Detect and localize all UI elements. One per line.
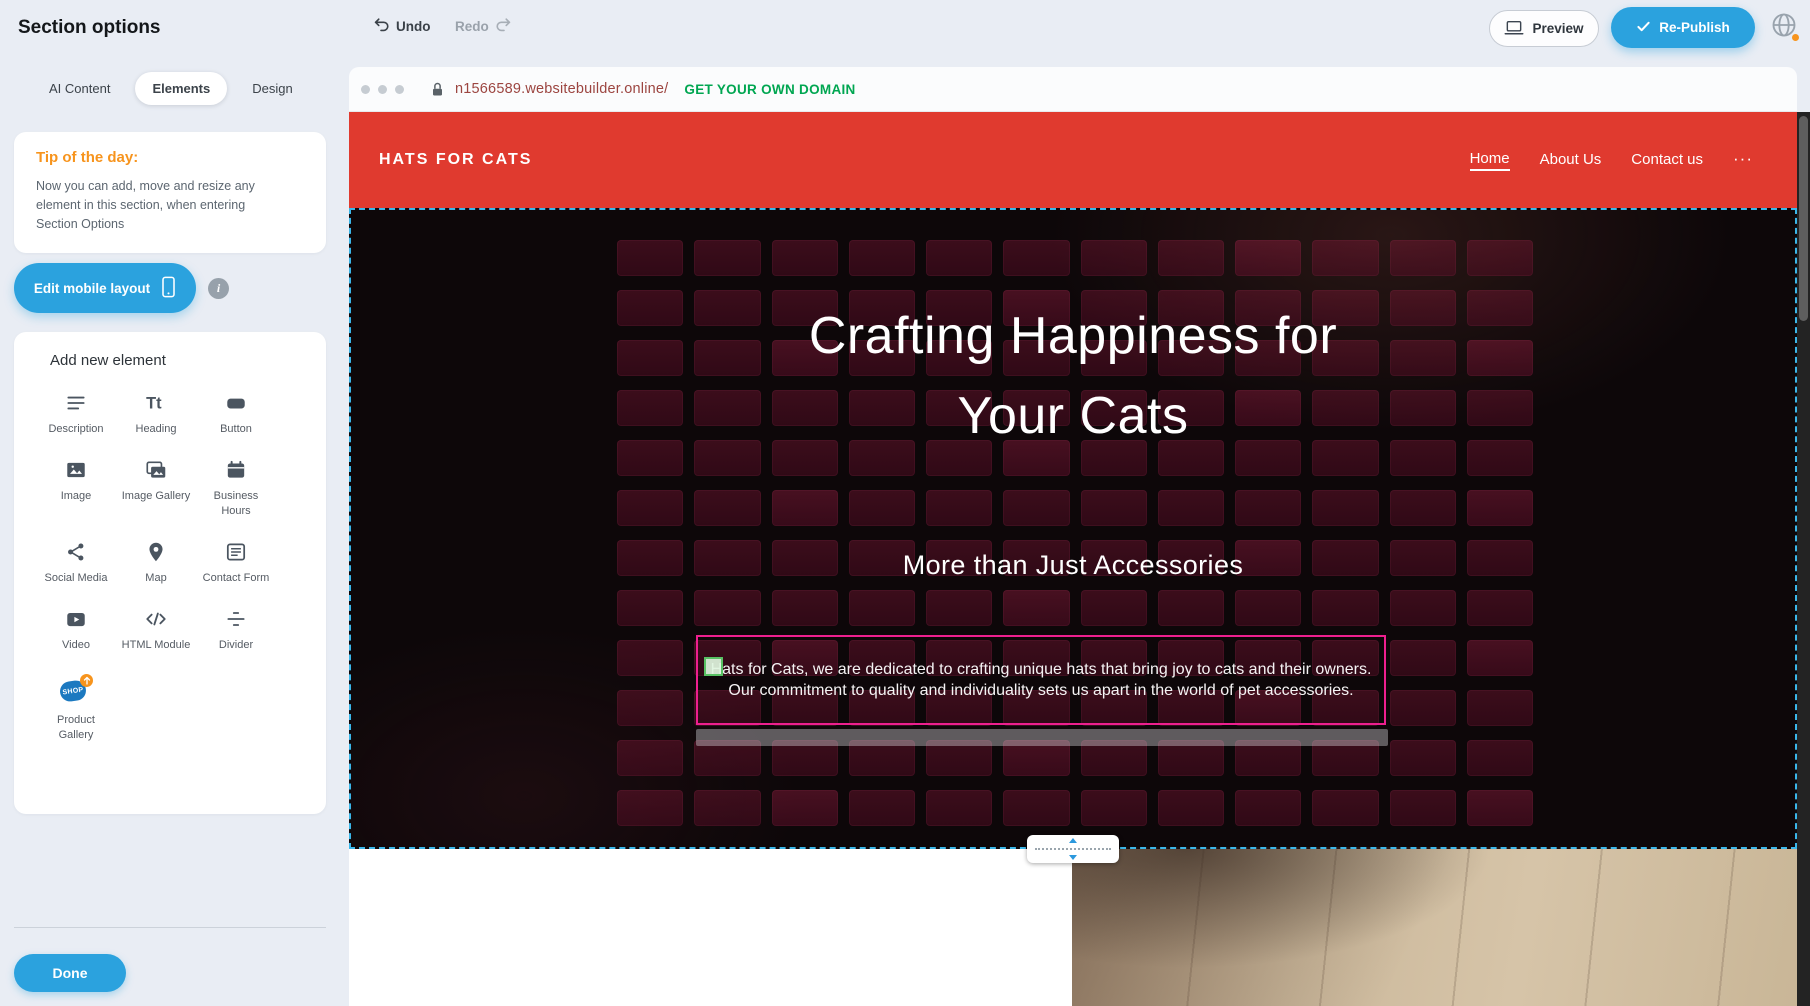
element-image-gallery[interactable]: Image Gallery [116,458,196,503]
info-icon[interactable]: i [208,278,229,299]
scrollbar-thumb[interactable] [1799,116,1808,321]
browser-bar: n1566589.websitebuilder.online/ GET YOUR… [349,67,1797,112]
image-icon [64,458,88,482]
preview-label: Preview [1532,21,1583,36]
nav-more-icon[interactable]: ··· [1733,149,1753,171]
element-html-module[interactable]: HTML Module [116,607,196,652]
element-product-gallery[interactable]: SHOP Product Gallery [36,674,116,742]
element-description[interactable]: Description [36,391,116,436]
tip-body: Now you can add, move and resize any ele… [36,177,288,233]
hero-body-text: Hats for Cats, we are dedicated to craft… [707,659,1375,701]
hero-subheading[interactable]: More than Just Accessories [351,550,1795,581]
element-heading[interactable]: Tt Heading [116,391,196,436]
element-divider[interactable]: Divider [196,607,276,652]
preview-button[interactable]: Preview [1489,10,1599,47]
element-social-media[interactable]: Social Media [36,540,116,585]
button-icon [224,391,248,415]
site-header[interactable]: HATS FOR CATS Home About Us Contact us ·… [349,112,1797,208]
section-resize-handle[interactable] [1027,835,1119,863]
notification-dot [1792,34,1799,41]
edit-mobile-label: Edit mobile layout [34,281,150,296]
sidebar-tabs: AI Content Elements Design [32,72,310,105]
republish-button[interactable]: Re-Publish [1611,7,1755,48]
product-gallery-icon: SHOP [59,674,93,706]
get-your-own-domain-link[interactable]: GET YOUR OWN DOMAIN [684,82,855,97]
nav-home[interactable]: Home [1470,150,1510,171]
edit-mobile-layout-button[interactable]: Edit mobile layout [14,263,196,313]
tip-of-the-day-card: Tip of the day: Now you can add, move an… [14,132,326,253]
undo-button[interactable]: Undo [372,16,431,37]
map-pin-icon [144,540,168,564]
page-title: Section options [18,17,161,39]
element-ghost-bar [696,729,1388,746]
upgrade-badge-icon [80,674,93,687]
site-url: n1566589.websitebuilder.online/ [455,81,668,97]
business-hours-icon [224,458,248,482]
redo-button[interactable]: Redo [455,16,513,37]
selected-text-element[interactable]: Hats for Cats, we are dedicated to craft… [696,635,1386,725]
element-map[interactable]: Map [116,540,196,585]
tab-ai-content[interactable]: AI Content [32,72,127,105]
phone-icon [161,276,176,301]
undo-label: Undo [396,19,431,34]
description-icon [64,391,88,415]
element-image[interactable]: Image [36,458,116,503]
republish-label: Re-Publish [1659,20,1730,35]
sidebar-divider [14,927,326,928]
divider-icon [224,607,248,631]
site-nav: Home About Us Contact us ··· [1470,112,1753,208]
tab-design[interactable]: Design [235,72,309,105]
element-button[interactable]: Button [196,391,276,436]
heading-icon: Tt [144,391,168,415]
pavement-photo [1072,849,1797,1006]
element-business-hours[interactable]: Business Hours [196,458,276,518]
done-button[interactable]: Done [14,954,126,992]
tab-elements[interactable]: Elements [135,72,227,105]
check-icon [1636,20,1651,36]
svg-text:Tt: Tt [146,394,162,412]
lock-icon [430,81,445,98]
social-media-icon [64,540,88,564]
element-grid: Description Tt Heading Button [14,391,326,742]
add-element-panel: Add new element Description Tt Heading [14,332,326,814]
scrollbar-track[interactable] [1797,112,1810,1006]
image-gallery-icon [144,458,168,482]
redo-icon [495,16,513,37]
language-globe-button[interactable] [1766,9,1802,45]
tip-title: Tip of the day: [36,149,308,166]
contact-form-icon [224,540,248,564]
monitor-icon [1504,19,1524,39]
drag-handle[interactable] [704,657,723,676]
element-video[interactable]: Video [36,607,116,652]
code-icon [144,607,168,631]
element-contact-form[interactable]: Contact Form [196,540,276,585]
redo-label: Redo [455,19,489,34]
undo-icon [372,16,390,37]
hero-heading[interactable]: Crafting Happiness for Your Cats [351,296,1795,456]
site-logo: HATS FOR CATS [379,151,532,169]
window-dots [361,85,404,94]
next-section[interactable] [349,849,1797,1006]
nav-about-us[interactable]: About Us [1540,151,1602,170]
nav-contact-us[interactable]: Contact us [1631,151,1703,170]
hero-section[interactable]: Crafting Happiness for Your Cats More th… [349,208,1797,849]
add-element-title: Add new element [14,352,326,369]
site-preview: HATS FOR CATS Home About Us Contact us ·… [349,112,1797,1006]
video-icon [64,607,88,631]
